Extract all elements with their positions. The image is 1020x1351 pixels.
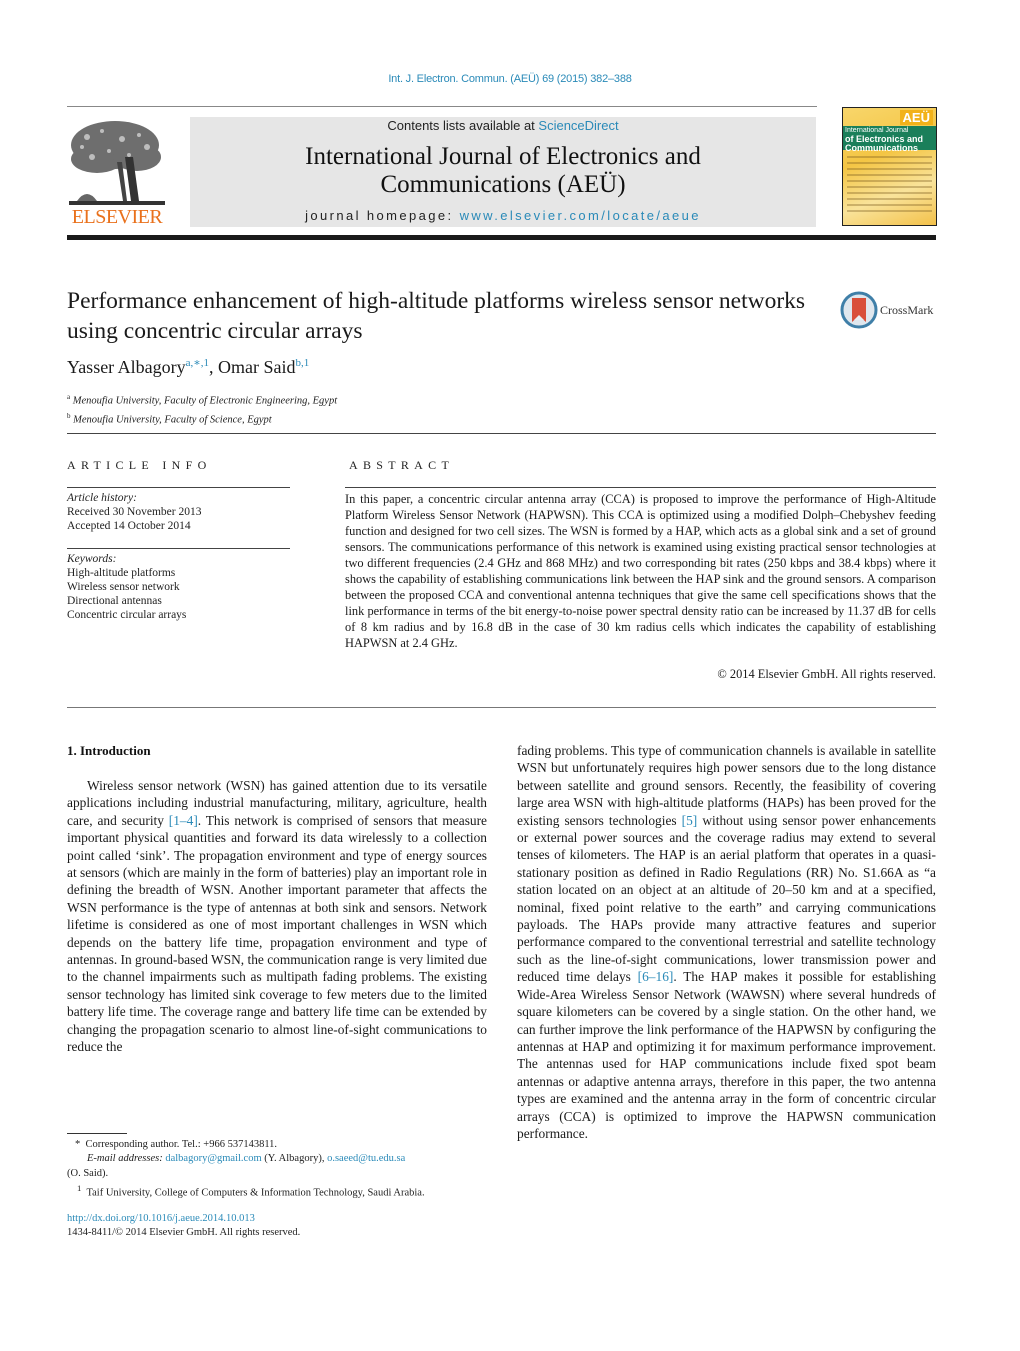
elsevier-logo[interactable]: ELSEVIER [67, 117, 167, 229]
doi-link[interactable]: http://dx.doi.org/10.1016/j.aeue.2014.10… [67, 1212, 300, 1226]
paragraph-text: . The HAP makes it possible for establis… [517, 969, 936, 1141]
email-note: E-mail addresses: dalbagory@gmail.com (Y… [67, 1152, 507, 1166]
footnote-rule [67, 1133, 127, 1134]
crossmark-label: CrossMark [880, 303, 934, 317]
doi-block: http://dx.doi.org/10.1016/j.aeue.2014.10… [67, 1212, 300, 1241]
contents-prefix: Contents lists available at [387, 118, 539, 133]
paragraph-text: . This network is comprised of sensors t… [67, 812, 487, 1055]
cover-title-band: International Journal of Electronics and… [843, 126, 936, 153]
email-link[interactable]: o.saeed@tu.edu.sa [327, 1153, 405, 1164]
affiliation-mark: a [67, 393, 71, 401]
email-owner: (Y. Albagory), [261, 1153, 328, 1165]
affiliation-item: b Menoufia University, Faculty of Scienc… [67, 409, 337, 428]
divider [67, 707, 936, 708]
body-left-column: Wireless sensor network (WSN) has gained… [67, 777, 487, 1056]
footnotes: * Corresponding author. Tel.: +966 53714… [67, 1138, 507, 1201]
cover-contents-lines [847, 156, 932, 216]
contents-line: Contents lists available at ScienceDirec… [190, 118, 816, 133]
footnote-text: Corresponding author. Tel.: +966 5371438… [85, 1139, 278, 1150]
crossmark-icon [840, 291, 878, 329]
footnote-text: Taif University, College of Computers & … [86, 1187, 425, 1199]
journal-cover-thumbnail[interactable]: AEÜ International Journal of Electronics… [842, 107, 937, 226]
accepted-date: Accepted 14 October 2014 [67, 520, 191, 532]
section-heading: 1. Introduction [67, 743, 151, 758]
abstract-heading: ABSTRACT [349, 458, 455, 472]
email-label: E-mail addresses: [87, 1153, 163, 1165]
header-top-rule [67, 106, 817, 107]
author-list: Yasser Albagorya,∗,1, Omar Saidb,1 [67, 356, 309, 378]
keywords-label: Keywords: [67, 553, 117, 565]
keyword-item: High-altitude platforms [67, 567, 176, 579]
affiliations: a Menoufia University, Faculty of Electr… [67, 390, 337, 427]
abstract-text: In this paper, a concentric circular ant… [345, 492, 936, 650]
journal-title-line2: Communications (AEÜ) [380, 171, 626, 198]
affiliation-footnote: 1 Taif University, College of Computers … [67, 1181, 507, 1201]
paragraph-text: without using sensor power enhancements … [517, 812, 936, 985]
divider [67, 487, 290, 488]
cover-badge: AEÜ [899, 110, 933, 125]
citation-link[interactable]: [6–16] [638, 969, 674, 984]
email-owner: (O. Said). [67, 1167, 109, 1179]
received-date: Received 30 November 2013 [67, 506, 202, 518]
journal-homepage-link[interactable]: www.elsevier.com/locate/aeue [460, 208, 701, 223]
divider [345, 487, 936, 488]
journal-citation[interactable]: Int. J. Electron. Commun. (AEÜ) 69 (2015… [0, 73, 1020, 85]
crossmark-button[interactable]: CrossMark [840, 291, 940, 329]
history-label: Article history: [67, 492, 137, 504]
citation-link[interactable]: [5] [682, 813, 698, 828]
affiliation-mark: b [67, 411, 71, 420]
journal-title-line1: International Journal of Electronics and [305, 143, 701, 170]
abstract-copyright: © 2014 Elsevier GmbH. All rights reserve… [717, 667, 936, 681]
affiliation-text: Menoufia University, Faculty of Science,… [73, 414, 272, 425]
author-name[interactable]: Yasser Albagory [67, 357, 186, 377]
email-link[interactable]: dalbagory@gmail.com [165, 1153, 261, 1164]
author-name[interactable]: Omar Said [218, 357, 295, 377]
journal-title: International Journal of Electronics and… [190, 143, 816, 199]
article-history: Article history: Received 30 November 20… [67, 491, 201, 533]
footnote-mark: * [75, 1139, 81, 1150]
corresponding-author-note: * Corresponding author. Tel.: +966 53714… [67, 1138, 507, 1152]
divider [67, 433, 936, 434]
article-info-heading: ARTICLE INFO [67, 458, 212, 472]
keyword-item: Concentric circular arrays [67, 609, 187, 621]
cover-title-line2: Communications [845, 143, 919, 153]
article-title: Performance enhancement of high-altitude… [67, 288, 806, 344]
divider [67, 548, 290, 549]
affiliation-text: Menoufia University, Faculty of Electron… [72, 395, 338, 407]
author-marks[interactable]: b,1 [296, 357, 310, 369]
footnote-mark: 1 [77, 1183, 82, 1194]
journal-homepage-line: journal homepage: www.elsevier.com/locat… [190, 208, 816, 223]
issn-line: 1434-8411/© 2014 Elsevier GmbH. All righ… [67, 1227, 301, 1239]
citation-link[interactable]: [1–4] [169, 813, 198, 828]
keyword-item: Directional antennas [67, 595, 162, 607]
keywords: Keywords: High-altitude platforms Wirele… [67, 552, 186, 622]
sciencedirect-link[interactable]: ScienceDirect [538, 118, 618, 133]
body-right-column: fading problems. This type of communicat… [517, 742, 936, 1142]
elsevier-tree-icon [67, 117, 167, 207]
author-separator: , [209, 357, 219, 377]
cover-small-title: International Journal [845, 127, 909, 134]
author-marks[interactable]: a,∗,1 [186, 357, 209, 369]
elsevier-wordmark: ELSEVIER [71, 206, 163, 228]
homepage-prefix: journal homepage: [305, 208, 460, 223]
keyword-item: Wireless sensor network [67, 581, 180, 593]
header-thick-rule [67, 235, 936, 240]
affiliation-item: a Menoufia University, Faculty of Electr… [67, 390, 337, 409]
